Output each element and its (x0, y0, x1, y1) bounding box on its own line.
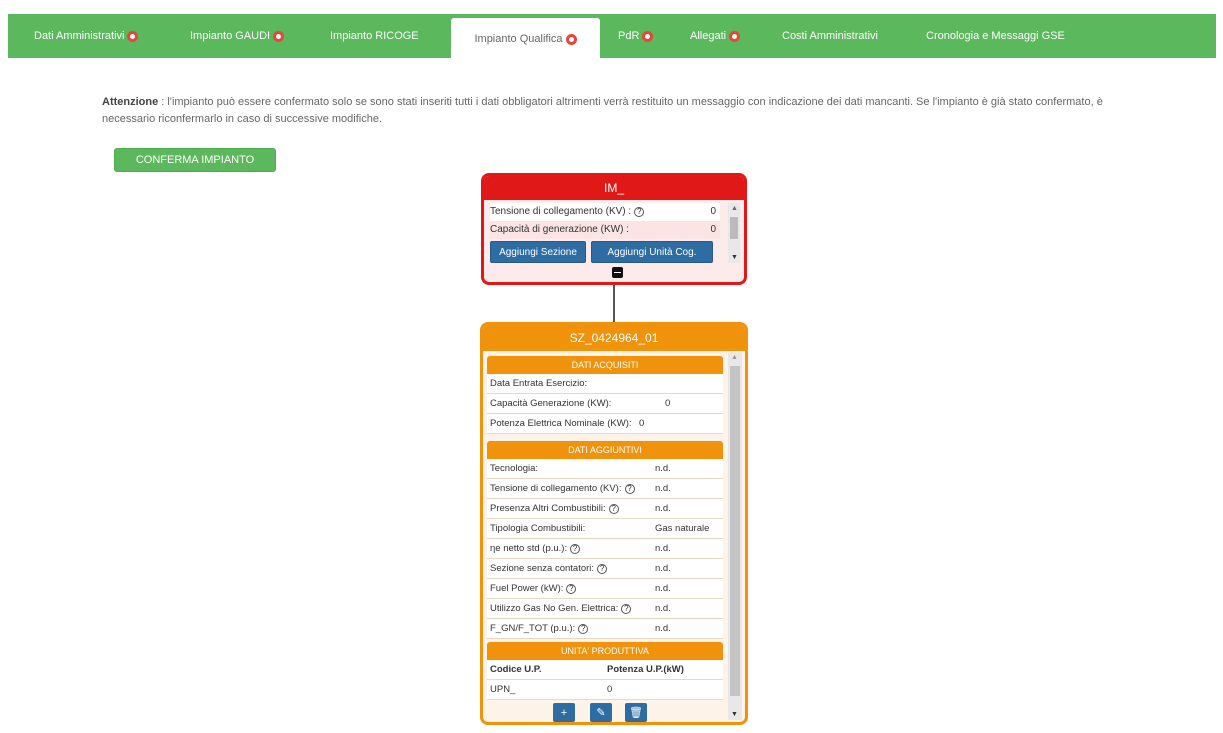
im-row-capacita: Capacità di generazione (KW) : 0 (490, 221, 720, 239)
tab-pdr[interactable]: PdR (618, 14, 654, 58)
help-icon[interactable]: ? (566, 584, 577, 594)
section-dati-acquisiti: DATI ACQUISITI (487, 356, 723, 374)
tab-impianto-ricoge[interactable]: Impianto RICOGE (330, 14, 419, 58)
data-row: Data Entrata Esercizio: (487, 374, 723, 394)
error-icon (273, 30, 285, 42)
tab-bar: Dati Amministrativi Impianto GAUDI Impia… (8, 14, 1216, 60)
im-scrollbar[interactable]: ▲ ▼ (728, 203, 740, 263)
attention-label: Attenzione (102, 96, 159, 108)
edit-icon[interactable]: ✎ (590, 703, 612, 722)
connector-line (613, 285, 615, 323)
data-row: Tensione di collegamento (KV):? n.d. (487, 479, 723, 499)
scroll-down-icon[interactable]: ▼ (731, 711, 738, 718)
aggiungi-sezione-button[interactable]: Aggiungi Sezione (490, 241, 586, 263)
scroll-thumb[interactable] (730, 217, 738, 239)
aggiungi-unita-cog-button[interactable]: Aggiungi Unità Cog. (591, 241, 713, 263)
tab-costi-amministrativi[interactable]: Costi Amministrativi (782, 14, 878, 58)
error-icon (642, 30, 654, 42)
trash-icon[interactable]: 🗑 (625, 703, 647, 722)
im-card-title: IM_ (484, 176, 744, 200)
scroll-up-icon[interactable]: ▲ (731, 354, 738, 361)
data-row: Sezione senza contatori:? n.d. (487, 559, 723, 579)
error-icon (729, 30, 741, 42)
tab-dati-amministrativi[interactable]: Dati Amministrativi (34, 14, 139, 58)
tab-cronologia-messaggi[interactable]: Cronologia e Messaggi GSE (926, 14, 1065, 58)
error-icon (127, 30, 139, 42)
table-row[interactable]: UPN_ 0 (487, 680, 723, 700)
help-icon[interactable]: ? (621, 604, 632, 614)
sz-card: SZ_0424964_01 DATI ACQUISITI Data Entrat… (480, 322, 748, 725)
help-icon[interactable]: ? (624, 484, 635, 494)
im-card: IM_ Tensione di collegamento (KV) :? 0 C… (481, 173, 747, 285)
im-row-tensione: Tensione di collegamento (KV) :? 0 (490, 203, 720, 221)
scroll-up-icon[interactable]: ▲ (731, 205, 738, 212)
help-icon[interactable]: ? (634, 207, 645, 217)
section-dati-aggiuntivi: DATI AGGIUNTIVI (487, 441, 723, 459)
tab-impianto-gaudi[interactable]: Impianto GAUDI (190, 14, 285, 58)
help-icon[interactable]: ? (608, 504, 619, 514)
minus-icon[interactable] (612, 267, 623, 278)
attention-message: Attenzione : l'impianto può essere confe… (102, 94, 1142, 128)
tab-impianto-qualifica[interactable]: Impianto Qualifica (451, 18, 600, 60)
help-icon[interactable]: ? (597, 564, 608, 574)
data-row: F_GN/F_TOT (p.u.):? n.d. (487, 619, 723, 639)
data-row: Tipologia Combustibili: Gas naturale (487, 519, 723, 539)
sz-scrollbar[interactable]: ▲ ▼ (728, 352, 742, 720)
confirm-impianto-button[interactable]: CONFERMA IMPIANTO (114, 148, 276, 172)
help-icon[interactable]: ? (578, 624, 589, 634)
data-row: Capacità Generazione (KW): 0 (487, 394, 723, 414)
data-row: Potenza Elettrica Nominale (KW): 0 (487, 414, 723, 434)
scroll-down-icon[interactable]: ▼ (731, 254, 738, 261)
error-icon (565, 33, 577, 45)
scroll-thumb[interactable] (730, 366, 740, 696)
sz-card-title: SZ_0424964_01 (483, 325, 745, 351)
help-icon[interactable]: ? (570, 544, 581, 554)
data-row: Presenza Altri Combustibili:? n.d. (487, 499, 723, 519)
table-header: Codice U.P. Potenza U.P.(kW) (487, 660, 723, 680)
data-row: Utilizzo Gas No Gen. Elettrica:? n.d. (487, 599, 723, 619)
section-unita-produttiva: UNITA' PRODUTTIVA (487, 642, 723, 660)
plus-icon[interactable]: + (553, 703, 575, 722)
data-row: ηe netto std (p.u.):? n.d. (487, 539, 723, 559)
tab-allegati[interactable]: Allegati (690, 14, 741, 58)
data-row: Fuel Power (kW):? n.d. (487, 579, 723, 599)
data-row: Tecnologia: n.d. (487, 459, 723, 479)
attention-text: : l'impianto può essere confermato solo … (102, 96, 1103, 125)
